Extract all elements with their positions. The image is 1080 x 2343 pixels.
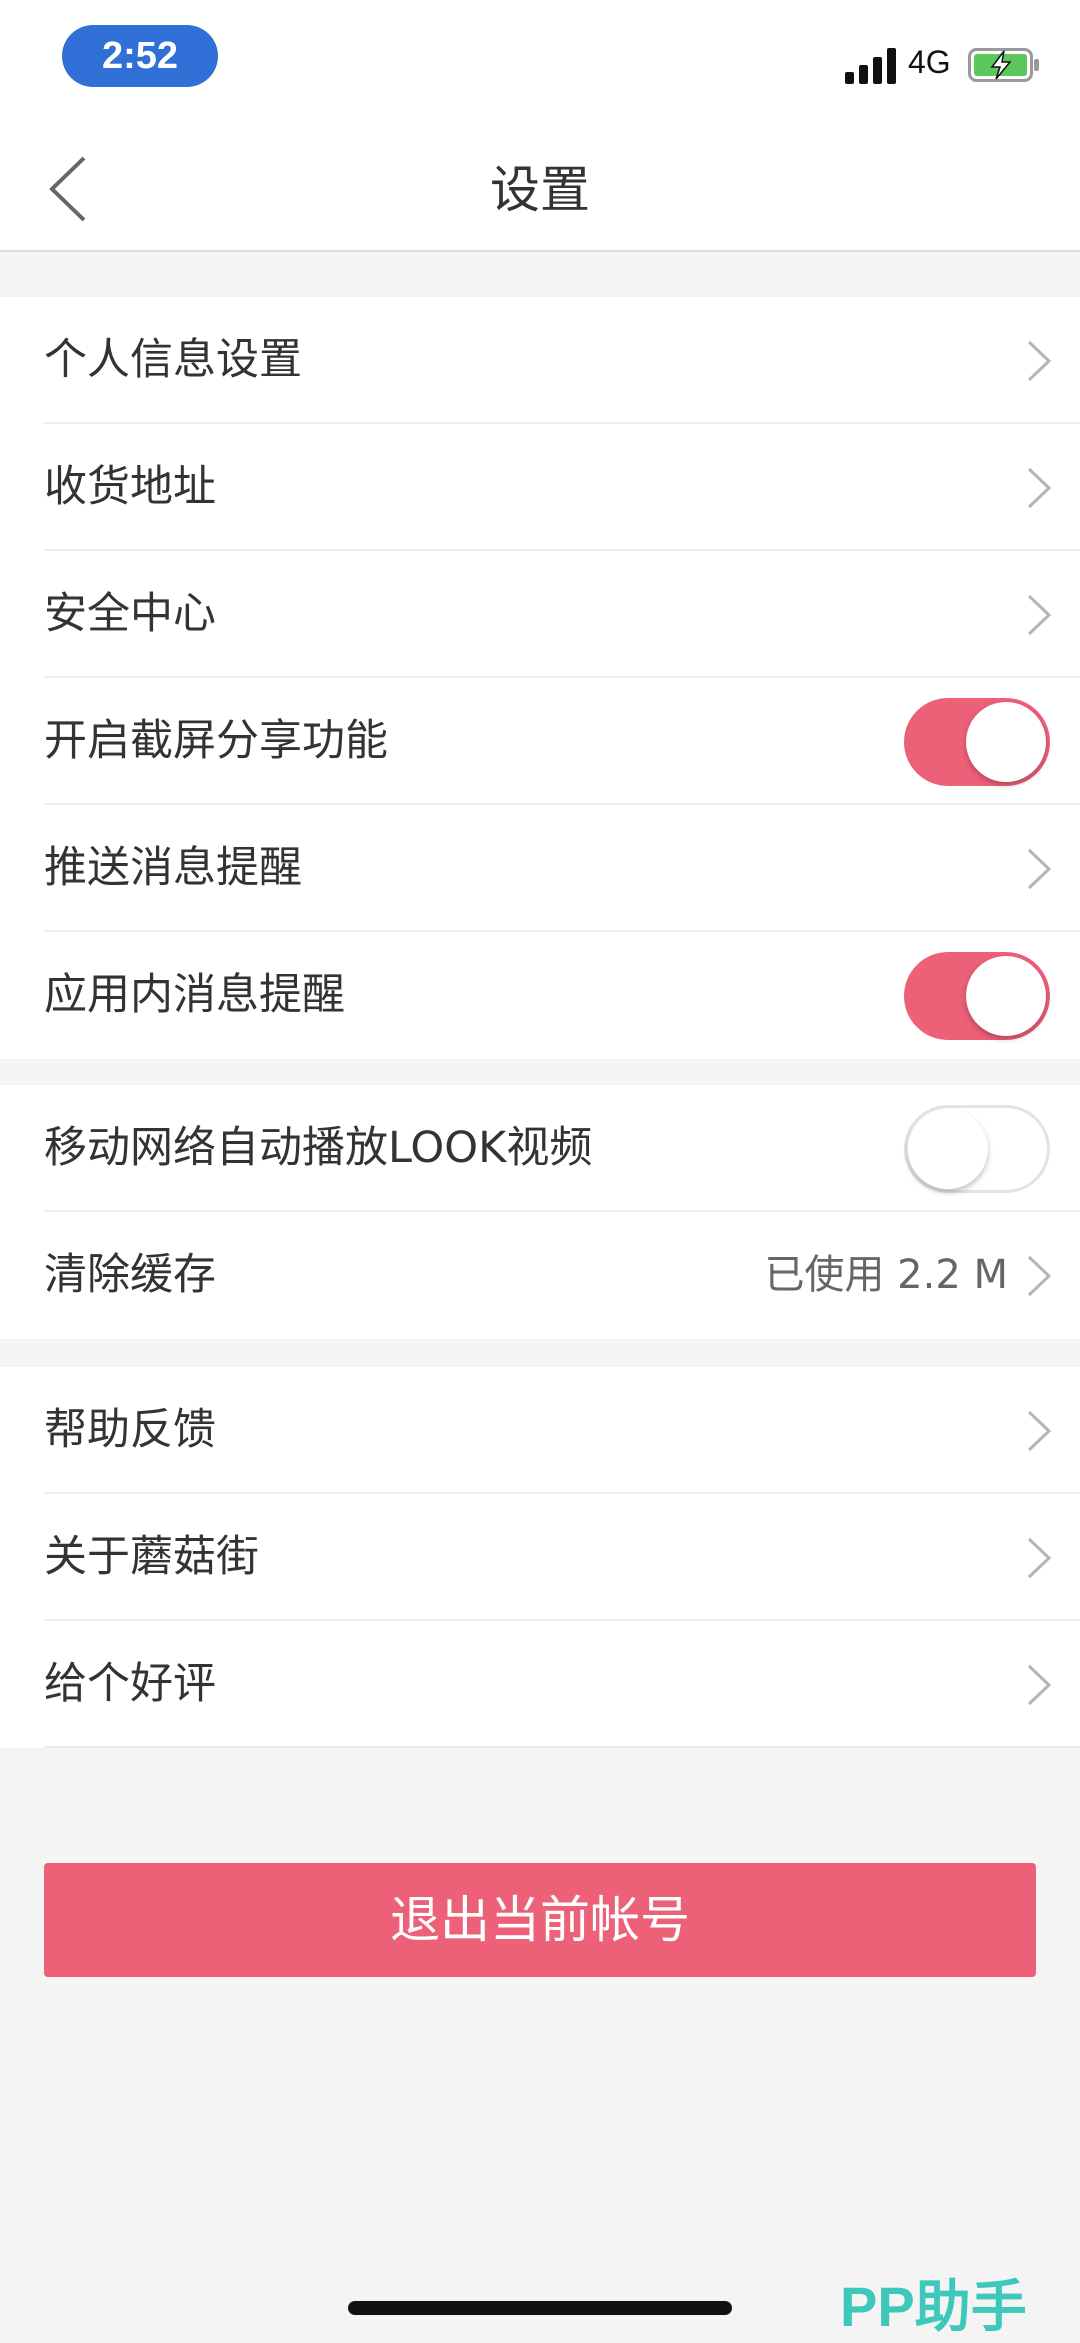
in-app-notifications-toggle[interactable] [904,952,1050,1040]
row-security-center[interactable]: 安全中心 [0,551,1080,678]
chevron-right-icon [1027,594,1052,636]
row-screenshot-share: 开启截屏分享功能 [0,678,1080,805]
toggle-knob [966,956,1046,1036]
row-label: 清除缓存 [44,1250,216,1300]
row-label: 移动网络自动播放LOOK视频 [44,1123,593,1173]
chevron-right-icon [1027,1255,1052,1297]
row-label: 安全中心 [44,589,216,639]
divider [44,1746,1080,1748]
row-about[interactable]: 关于蘑菇街 [0,1494,1080,1621]
chevron-right-icon [1027,1410,1052,1452]
toggle-knob [966,702,1046,782]
row-in-app-notifications: 应用内消息提醒 [0,932,1080,1059]
nav-bar: 设置 [0,110,1080,252]
status-bar: 2:52 4G [0,0,1080,110]
battery-charging-icon [968,48,1039,82]
chevron-right-icon [1027,340,1052,382]
row-autoplay-look-video: 移动网络自动播放LOOK视频 [0,1085,1080,1212]
row-label: 帮助反馈 [44,1405,216,1455]
row-label: 关于蘑菇街 [44,1532,259,1582]
signal-icon [845,48,896,84]
chevron-right-icon [1027,1664,1052,1706]
row-label: 个人信息设置 [44,335,302,385]
screenshot-share-toggle[interactable] [904,698,1050,786]
row-label: 开启截屏分享功能 [44,716,388,766]
row-label: 应用内消息提醒 [44,970,345,1020]
cache-size-value: 已使用 2.2 M [764,1252,1008,1298]
chevron-right-icon [1027,467,1052,509]
logout-button[interactable]: 退出当前帐号 [44,1863,1036,1977]
chevron-right-icon [1027,848,1052,890]
status-time: 2:52 [62,25,218,87]
row-rate-app[interactable]: 给个好评 [0,1621,1080,1748]
row-label: 收货地址 [44,462,216,512]
autoplay-video-toggle[interactable] [904,1105,1050,1193]
row-label: 给个好评 [44,1659,216,1709]
chevron-right-icon [1027,1537,1052,1579]
row-personal-info[interactable]: 个人信息设置 [0,297,1080,424]
page-title: 设置 [490,161,590,219]
toggle-knob [908,1109,988,1189]
settings-group-account: 个人信息设置 收货地址 安全中心 开启截屏分享功能 推送消息提醒 应用内消息提醒 [0,297,1080,1059]
settings-group-about: 帮助反馈 关于蘑菇街 给个好评 [0,1367,1080,1748]
row-help-feedback[interactable]: 帮助反馈 [0,1367,1080,1494]
settings-group-media: 移动网络自动播放LOOK视频 清除缓存 已使用 2.2 M [0,1085,1080,1339]
row-shipping-address[interactable]: 收货地址 [0,424,1080,551]
network-label: 4G [908,44,951,80]
row-clear-cache[interactable]: 清除缓存 已使用 2.2 M [0,1212,1080,1339]
row-label: 推送消息提醒 [44,843,302,893]
watermark: PP助手 [840,2275,1027,2338]
home-indicator[interactable] [348,2301,732,2315]
row-push-notifications[interactable]: 推送消息提醒 [0,805,1080,932]
